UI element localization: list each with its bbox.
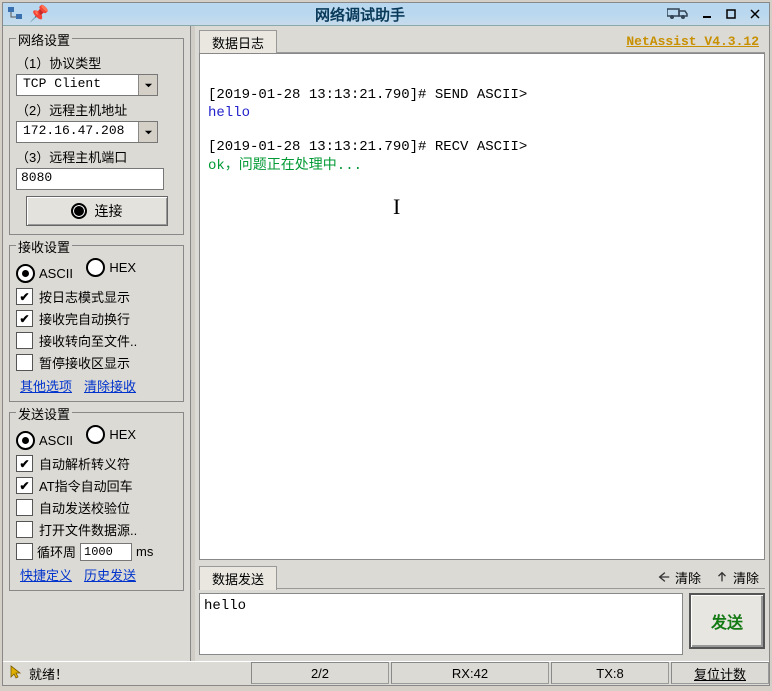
group-recv: 接收设置 ASCII HEX 按日志模式显示 接收完自动换行 接收转向至文件..…: [9, 245, 184, 402]
send-radio-hex[interactable]: HEX: [86, 425, 136, 444]
send-check-cycle[interactable]: [16, 543, 33, 560]
titlebar[interactable]: 📌 网络调试助手: [3, 3, 769, 26]
proto-value: TCP Client: [17, 75, 138, 95]
pin-icon[interactable]: 📌: [29, 4, 49, 24]
send-link-history[interactable]: 历史发送: [84, 565, 136, 584]
recv-check-pause[interactable]: 暂停接收区显示: [16, 353, 177, 372]
window-title: 网络调试助手: [53, 4, 667, 25]
group-recv-legend: 接收设置: [16, 237, 72, 256]
app-window: 📌 网络调试助手 网络设置 （1）协议类型 TCP Client （2）远程主机…: [2, 2, 770, 686]
recv-check-tofile[interactable]: 接收转向至文件..: [16, 331, 177, 350]
connect-button[interactable]: 连接: [26, 196, 168, 226]
recv-link-other[interactable]: 其他选项: [20, 376, 72, 395]
statusbar: 就绪！ 2/2 RX:42 TX:8 复位计数: [3, 661, 769, 684]
send-cycle-row: 循环周 ms: [16, 542, 177, 561]
status-ratio: 2/2: [251, 662, 389, 684]
up-arrow-icon: [715, 570, 729, 584]
truck-icon[interactable]: [667, 6, 689, 23]
send-radio-ascii[interactable]: ASCII: [16, 431, 73, 450]
tab-log[interactable]: 数据日志: [199, 30, 277, 54]
send-body: hello 发送: [199, 589, 765, 661]
log-line: [2019-01-28 13:13:21.790]# SEND ASCII>: [208, 87, 527, 103]
clear-button-2[interactable]: 清除: [715, 568, 759, 587]
recv-check-autowrap[interactable]: 接收完自动换行: [16, 309, 177, 328]
send-header: 数据发送 清除 清除: [199, 566, 765, 589]
group-network-legend: 网络设置: [16, 30, 72, 49]
log-line: [2019-01-28 13:13:21.790]# RECV ASCII>: [208, 139, 527, 155]
host-value: 172.16.47.208: [17, 122, 138, 142]
chevron-down-icon[interactable]: [138, 75, 157, 95]
minimize-button[interactable]: [697, 6, 717, 22]
group-network: 网络设置 （1）协议类型 TCP Client （2）远程主机地址 172.16…: [9, 38, 184, 235]
send-check-checksum[interactable]: 自动发送校验位: [16, 498, 177, 517]
host-dropdown[interactable]: 172.16.47.208: [16, 121, 158, 143]
port-label: （3）远程主机端口: [16, 147, 177, 166]
recv-check-logmode[interactable]: 按日志模式显示: [16, 287, 177, 306]
send-link-quick[interactable]: 快捷定义: [20, 565, 72, 584]
host-label: （2）远程主机地址: [16, 100, 177, 119]
cycle-input[interactable]: [80, 543, 132, 561]
send-button[interactable]: 发送: [689, 593, 765, 649]
close-button[interactable]: [745, 6, 765, 22]
log-header: 数据日志 NetAssist V4.3.12: [199, 30, 765, 53]
send-check-atreturn[interactable]: AT指令自动回车: [16, 476, 177, 495]
group-send-legend: 发送设置: [16, 404, 72, 423]
send-check-opensrc[interactable]: 打开文件数据源..: [16, 520, 177, 539]
status-tx: TX:8: [551, 662, 669, 684]
connect-dot-icon: [71, 203, 87, 219]
send-check-escape[interactable]: 自动解析转义符: [16, 454, 177, 473]
statusbar-wrap: 就绪！ 2/2 RX:42 TX:8 复位计数: [3, 661, 769, 685]
app-icon: [7, 6, 23, 22]
chevron-down-icon[interactable]: [138, 122, 157, 142]
recv-link-clear[interactable]: 清除接收: [84, 376, 136, 395]
tab-send[interactable]: 数据发送: [199, 566, 277, 590]
status-ready: 就绪！: [3, 664, 249, 683]
text-cursor-icon: I: [393, 194, 400, 220]
proto-dropdown[interactable]: TCP Client: [16, 74, 158, 96]
recv-radio-hex[interactable]: HEX: [86, 258, 136, 277]
recv-radio-ascii[interactable]: ASCII: [16, 264, 73, 283]
cycle-label: 循环周: [37, 542, 76, 561]
version-link[interactable]: NetAssist V4.3.12: [626, 34, 759, 49]
log-line-send: hello: [208, 105, 250, 121]
log-line-recv: ok，问题正在处理中...: [208, 158, 362, 174]
client-area: 网络设置 （1）协议类型 TCP Client （2）远程主机地址 172.16…: [3, 26, 769, 661]
status-reset[interactable]: 复位计数: [671, 662, 769, 684]
cycle-unit: ms: [136, 544, 153, 559]
status-rx: RX:42: [391, 662, 549, 684]
status-ready-text: 就绪！: [29, 664, 68, 683]
send-textarea[interactable]: hello: [199, 593, 683, 655]
connect-label: 连接: [95, 201, 123, 221]
ready-pointer-icon: [9, 665, 23, 682]
log-area[interactable]: [2019-01-28 13:13:21.790]# SEND ASCII> h…: [199, 53, 765, 560]
group-send: 发送设置 ASCII HEX 自动解析转义符 AT指令自动回车 自动发送校验位 …: [9, 412, 184, 591]
proto-label: （1）协议类型: [16, 53, 177, 72]
left-panel: 网络设置 （1）协议类型 TCP Client （2）远程主机地址 172.16…: [3, 26, 191, 661]
undo-arrow-icon: [657, 570, 671, 584]
right-panel: 数据日志 NetAssist V4.3.12 [2019-01-28 13:13…: [195, 26, 769, 661]
maximize-button[interactable]: [721, 6, 741, 22]
clear-button-1[interactable]: 清除: [657, 568, 701, 587]
port-input[interactable]: 8080: [16, 168, 164, 190]
